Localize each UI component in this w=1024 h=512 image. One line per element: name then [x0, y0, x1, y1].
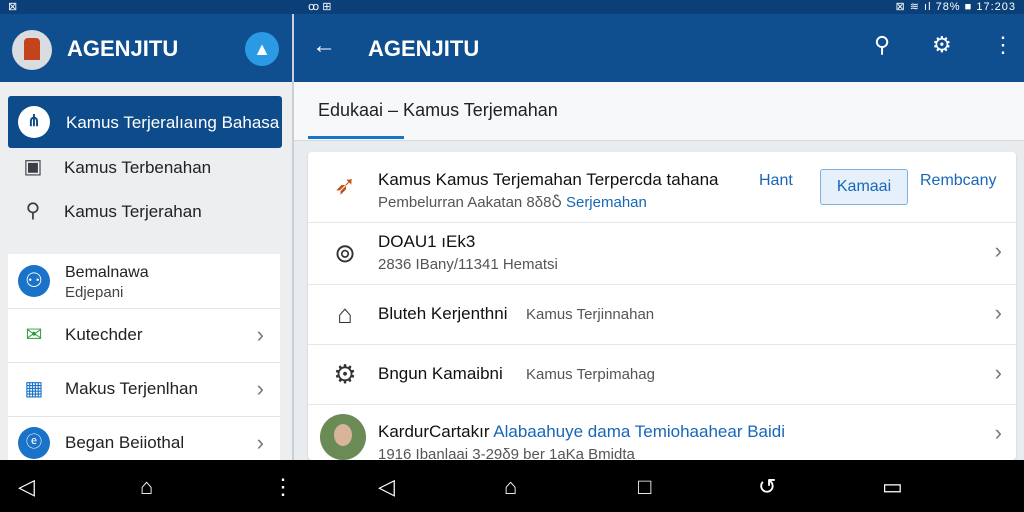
- warning-icon[interactable]: ▲: [245, 32, 279, 66]
- list-item-subtitle: Kamus Terpimahag: [526, 366, 655, 383]
- profile-icon: ⚇: [18, 265, 50, 297]
- nav-home-button[interactable]: ⌂: [140, 474, 153, 500]
- chevron-right-icon: ›: [256, 376, 264, 401]
- rembcany-button[interactable]: Rembcany: [920, 172, 996, 190]
- panel-title: Kamus Kamus Terjemahan Terpercda tahana: [378, 170, 719, 189]
- list-item-subtitle: 1916 Ibanlaai 3-29δ9 ber 1aKa Bmidta: [378, 446, 635, 460]
- nav-rotate-button[interactable]: ↺: [758, 474, 776, 500]
- list-item-title: DOAU1 ıEk3: [378, 232, 476, 251]
- drawer-item-label: Kamus Terbenahan: [64, 158, 212, 177]
- profile-subtitle: Edjepani: [65, 284, 124, 301]
- back-arrow-icon[interactable]: ←: [312, 32, 336, 60]
- panel-subtitle-link[interactable]: Serjemahan: [566, 194, 647, 211]
- list-item-title: Bluteh Kerjenthni: [378, 304, 508, 323]
- home-edit-icon: ⌂: [337, 299, 353, 329]
- profile-title: Bemalnawa: [65, 264, 149, 281]
- drawer-card-label: Kutechder: [65, 325, 143, 344]
- calendar-icon: ▣: [23, 156, 43, 178]
- system-nav-bar: ◁ ⌂ ⋮ ◁ ⌂ □ ↺ ▭: [0, 460, 1024, 512]
- chevron-right-icon: ›: [994, 238, 1002, 263]
- drawer-card: ⚇ Bemalnawa Edjepani ✉ Kutechder › ▦ Mak…: [8, 254, 280, 474]
- nav-home-button[interactable]: ⌂: [504, 474, 517, 500]
- app-bar: ← AGENJITU ⚲ ⚙ ⋮: [294, 14, 1024, 82]
- drawer-item-label: Kamus Terjerahan: [64, 202, 202, 221]
- tab-indicator: [308, 136, 404, 139]
- list-item[interactable]: ⌂ Bluteh Kerjenthni Kamus Terjinnahan ›: [308, 284, 1016, 345]
- nav-keyboard-button[interactable]: ▭: [882, 474, 903, 500]
- nav-back-button[interactable]: ◁: [18, 474, 35, 500]
- chevron-right-icon: ›: [994, 420, 1002, 445]
- chevron-right-icon: ›: [256, 322, 264, 347]
- person-circle-icon: ⊚: [334, 238, 356, 268]
- info-icon: ⓔ: [18, 427, 50, 459]
- status-mid: ꝏ ⊞: [308, 1, 332, 13]
- drawer-item-search[interactable]: ⚲ Kamus Terjerahan: [20, 198, 202, 223]
- drawer-item-active-label: Kamus Terjeralıaıng Bahasa: [66, 113, 280, 132]
- nav-back-button[interactable]: ◁: [378, 474, 395, 500]
- drawer-item-calendar[interactable]: ▣ Kamus Terbenahan: [20, 154, 212, 179]
- list-item-title: Bngun Kamaibni: [378, 364, 503, 383]
- content-panel: ➶ Kamus Kamus Terjemahan Terpercda tahan…: [308, 152, 1016, 460]
- app-logo: [12, 30, 52, 70]
- drawer-card-row-mail[interactable]: ✉ Kutechder ›: [8, 308, 280, 363]
- share-icon[interactable]: ⚙: [932, 32, 952, 58]
- list-item-title-main: KardurCartakır: [378, 422, 490, 441]
- building-icon: ▦: [24, 378, 44, 400]
- drawer-card-label: Began Beiiothal: [65, 433, 185, 452]
- list-item[interactable]: ⊚ DOAU1 ıEk3 2836 IBany/11341 Hematsi ›: [308, 222, 1016, 285]
- drawer-title: AGENJITU: [67, 36, 179, 61]
- drawer-header: AGENJITU ▲: [0, 14, 292, 82]
- more-vert-icon[interactable]: ⋮: [992, 32, 1014, 58]
- app-title: AGENJITU: [368, 36, 480, 61]
- nav-menu-button[interactable]: ⋮: [272, 474, 294, 500]
- status-bar: ⊠ ꝏ ⊞ ⊠ ≋ ıl 78% ■ 17:203: [0, 0, 1024, 14]
- hant-button[interactable]: Hant: [759, 172, 793, 190]
- chevron-right-icon: ›: [256, 430, 264, 455]
- list-item-subtitle: 2836 IBany/11341 Hematsi: [378, 256, 558, 273]
- chevron-right-icon: ›: [994, 360, 1002, 385]
- panel-subtitle: Pembelurran Aakatan 8δ8Ⴢ Serjemahan: [378, 193, 647, 211]
- chevron-right-icon: ›: [994, 300, 1002, 325]
- status-left: ⊠: [8, 1, 18, 13]
- list-item-subtitle: Kamus Terjinnahan: [526, 306, 655, 323]
- kamaai-button[interactable]: Kamaai: [820, 169, 908, 205]
- search-icon: ⚲: [25, 200, 41, 222]
- breadcrumb[interactable]: Edukaai – Kamus Terjemahan: [318, 100, 558, 121]
- drawer-card-row-building[interactable]: ▦ Makus Terjenlhan ›: [8, 362, 280, 417]
- search-icon[interactable]: ⚲: [874, 32, 890, 58]
- nav-recents-button[interactable]: □: [638, 474, 651, 500]
- navigation-drawer: AGENJITU ▲ ⋔ Kamus Terjeralıaıng Bahasa …: [0, 14, 294, 474]
- list-item-title-link[interactable]: Alabaahuye dama Temiohaahear Baidi: [493, 422, 785, 441]
- mail-icon: ✉: [25, 324, 43, 346]
- drawer-item-active[interactable]: ⋔ Kamus Terjeralıaıng Bahasa: [8, 96, 282, 148]
- panel-header-row: ➶ Kamus Kamus Terjemahan Terpercda tahan…: [308, 152, 1016, 223]
- list-item[interactable]: ⚙ Bngun Kamaibni Kamus Terpimahag ›: [308, 344, 1016, 405]
- profile-row[interactable]: ⚇ Bemalnawa Edjepani: [8, 254, 280, 309]
- drawer-card-label: Makus Terjenlhan: [65, 379, 198, 398]
- list-item-title: KardurCartakır Alabaahuye dama Temiohaah…: [378, 422, 785, 442]
- breadcrumb-bar: Edukaai – Kamus Terjemahan: [294, 82, 1024, 141]
- translate-icon: ⋔: [18, 106, 50, 138]
- panel-subtitle-prefix: Pembelurran Aakatan 8δ8Ⴢ: [378, 194, 562, 211]
- gear-icon: ⚙: [333, 359, 357, 389]
- rocket-logo-icon: ➶: [334, 170, 356, 200]
- status-right: ⊠ ≋ ıl 78% ■ 17:203: [895, 1, 1016, 13]
- list-item[interactable]: KardurCartakır Alabaahuye dama Temiohaah…: [308, 404, 1016, 460]
